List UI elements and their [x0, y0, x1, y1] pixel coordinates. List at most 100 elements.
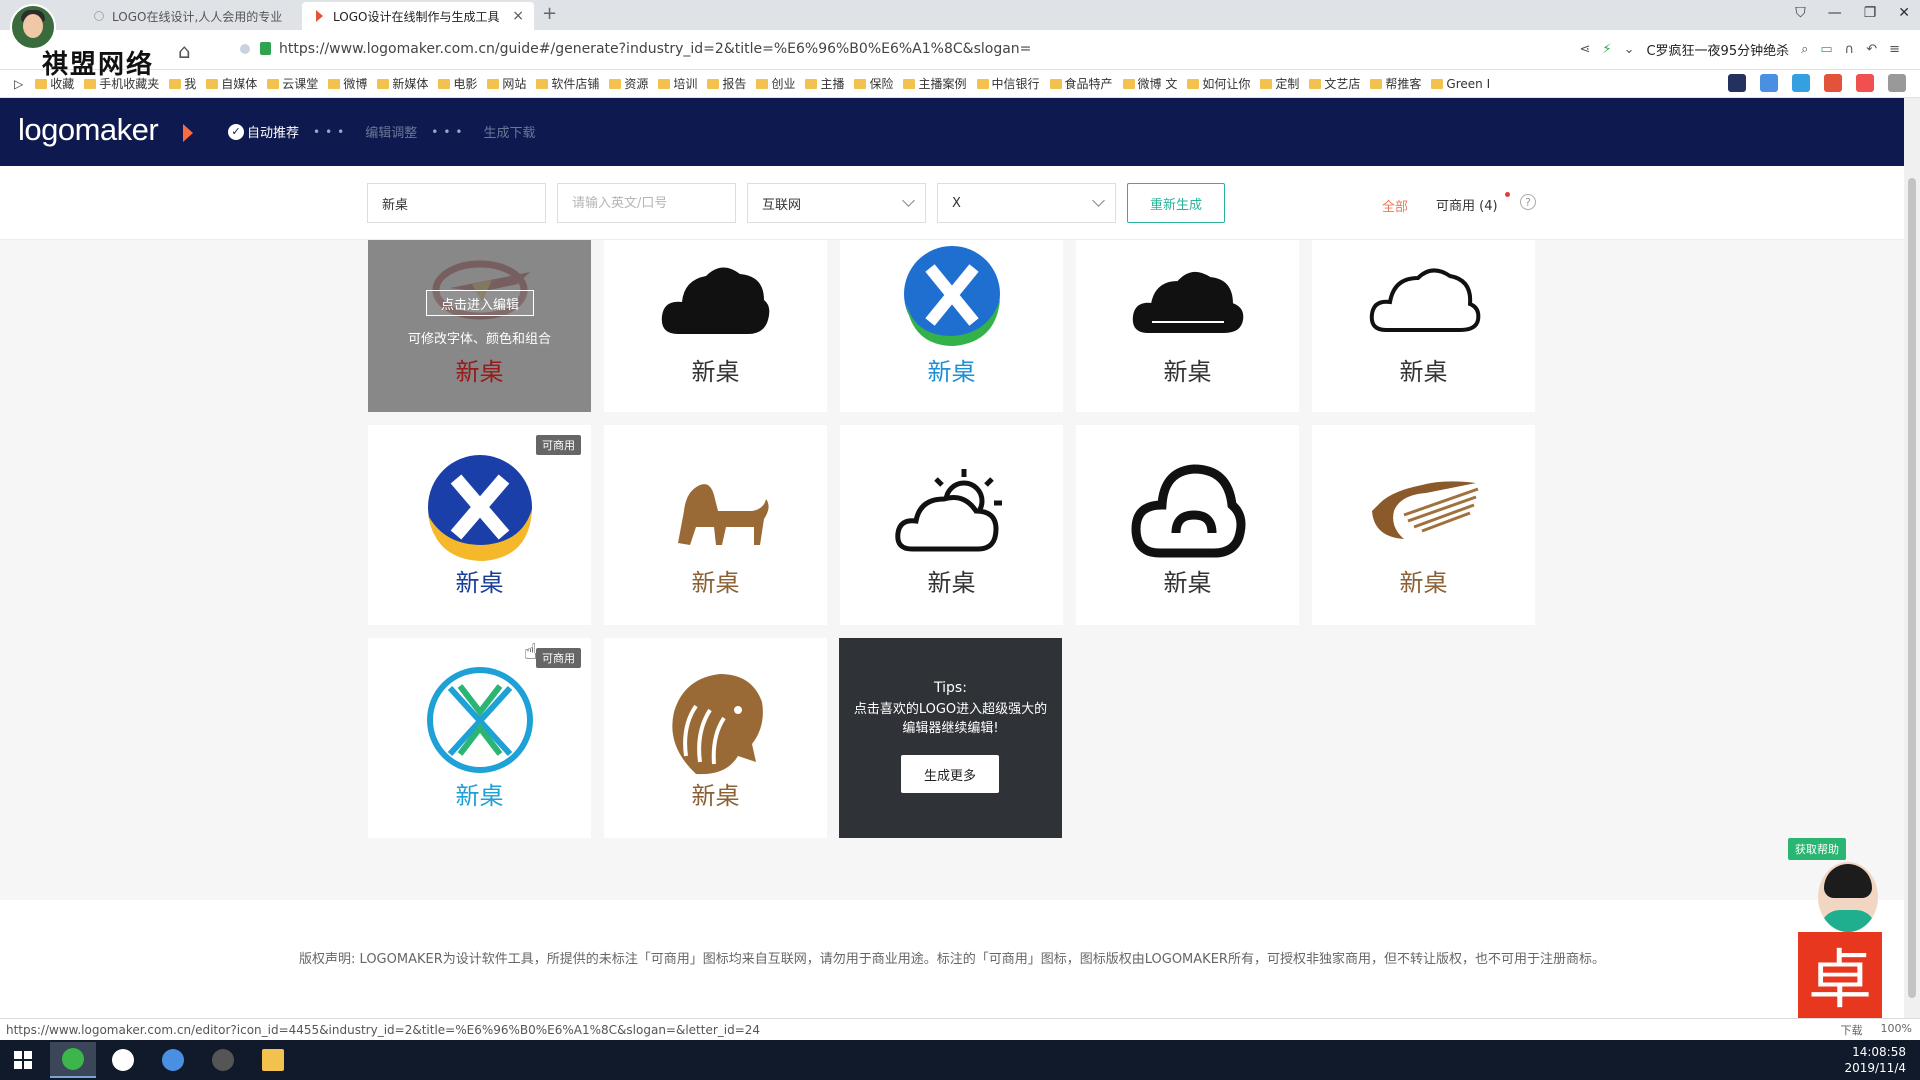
- regenerate-button[interactable]: 重新生成: [1127, 183, 1225, 223]
- tool-task-icon[interactable]: [150, 1042, 196, 1078]
- bookmark-item[interactable]: 主播: [805, 75, 844, 92]
- grid-extension-icon[interactable]: [1888, 74, 1906, 92]
- bookmark-item[interactable]: Green I: [1431, 77, 1490, 91]
- lightning-icon[interactable]: ⚡: [1602, 42, 1611, 57]
- tab-logo-design[interactable]: LOGO在线设计,人人会用的专业: [80, 2, 300, 30]
- bookmark-item[interactable]: 食品特产: [1049, 75, 1113, 92]
- bookmark-item[interactable]: 保险: [854, 75, 893, 92]
- site-logo[interactable]: logomaker: [18, 112, 159, 148]
- download-label[interactable]: 下载: [1841, 1022, 1863, 1038]
- bookmark-item[interactable]: 报告: [707, 75, 746, 92]
- bookmark-item[interactable]: 资源: [609, 75, 648, 92]
- generate-more-button[interactable]: 生成更多: [901, 755, 999, 793]
- bookmark-item[interactable]: 云课堂: [267, 75, 318, 92]
- close-icon[interactable]: ×: [512, 8, 524, 24]
- url-field[interactable]: https://www.logomaker.com.cn/guide#/gene…: [279, 41, 1031, 57]
- logo-text: 新桌: [1163, 569, 1212, 597]
- logo-card[interactable]: 新桌: [604, 638, 827, 838]
- hot-search-text[interactable]: C罗疯狂一夜95分钟绝杀: [1646, 40, 1789, 59]
- bookmark-item[interactable]: 帮推客: [1370, 75, 1421, 92]
- menu-icon[interactable]: ≡: [1889, 42, 1900, 57]
- bookmark-item[interactable]: 微博: [328, 75, 367, 92]
- x-circle-teal-icon: [426, 667, 533, 773]
- close-extension-icon[interactable]: [1856, 74, 1874, 92]
- sidebar-toggle-icon[interactable]: ▷: [14, 77, 23, 91]
- bookmark-item[interactable]: 新媒体: [377, 75, 428, 92]
- bookmark-item[interactable]: 定制: [1260, 75, 1299, 92]
- bookmark-item[interactable]: 软件店铺: [536, 75, 599, 92]
- get-help-badge[interactable]: 获取帮助: [1788, 838, 1846, 860]
- bookmark-item[interactable]: 主播案例: [903, 75, 967, 92]
- folder-task-icon[interactable]: [250, 1042, 296, 1078]
- edit-button[interactable]: 点击进入编辑: [426, 290, 534, 316]
- footer: 版权声明: LOGOMAKER为设计软件工具，所提供的未标注「可商用」图标均来自…: [0, 900, 1904, 1028]
- search-icon[interactable]: ⌕: [1801, 42, 1808, 57]
- bookmark-item[interactable]: 微博 文: [1122, 75, 1177, 92]
- letter-select[interactable]: X: [937, 183, 1116, 223]
- industry-select[interactable]: 互联网: [747, 183, 926, 223]
- browser-task-icon[interactable]: [50, 1042, 96, 1078]
- step-auto-recommend[interactable]: ✓ 自动推荐: [228, 122, 299, 141]
- bookmark-item[interactable]: 中信银行: [976, 75, 1040, 92]
- slogan-input[interactable]: [572, 195, 735, 211]
- bookmark-item[interactable]: 创业: [756, 75, 795, 92]
- logo-card[interactable]: 新桌: [1076, 425, 1299, 625]
- ia-extension-icon[interactable]: [1728, 74, 1746, 92]
- scroll-thumb[interactable]: [1908, 178, 1916, 998]
- logo-card[interactable]: 新桌: [840, 240, 1063, 412]
- chevron-down-icon[interactable]: ⌄: [1624, 42, 1635, 57]
- bookmark-item[interactable]: 网站: [487, 75, 526, 92]
- slogan-field[interactable]: [557, 183, 736, 223]
- filter-tab-commercial[interactable]: 可商用 (4): [1436, 195, 1498, 214]
- question-icon[interactable]: ?: [1520, 194, 1536, 210]
- share-icon[interactable]: ⋖: [1580, 42, 1591, 57]
- system-clock[interactable]: 14:08:58 2019/11/4: [1844, 1044, 1906, 1076]
- filter-tab-all[interactable]: 全部: [1382, 196, 1408, 215]
- new-tab-icon[interactable]: +: [542, 3, 557, 24]
- folder-icon: [377, 78, 390, 89]
- logo-card[interactable]: 新桌: [1312, 240, 1535, 412]
- bookmark-item[interactable]: 如何让你: [1187, 75, 1250, 92]
- close-window-icon[interactable]: ✕: [1898, 5, 1910, 21]
- bookmark-item[interactable]: 自媒体: [206, 75, 257, 92]
- folder-icon: [658, 78, 671, 89]
- bookmark-item[interactable]: 我: [169, 75, 196, 92]
- assistant-avatar[interactable]: [1818, 862, 1878, 932]
- step-download[interactable]: 生成下载: [484, 122, 536, 141]
- minimize-icon[interactable]: —: [1828, 5, 1842, 21]
- logo-card[interactable]: 新桌: [604, 240, 827, 412]
- logo-card[interactable]: 新桌: [840, 425, 1063, 625]
- zoom-level[interactable]: 100%: [1881, 1022, 1912, 1038]
- restore-icon[interactable]: ❐: [1864, 5, 1877, 21]
- logo-text: 新桌: [455, 569, 504, 597]
- step-edit[interactable]: 编辑调整: [365, 122, 417, 141]
- folder-icon: [438, 78, 451, 89]
- bookmark-item[interactable]: 文艺店: [1309, 75, 1360, 92]
- bookmark-label: 网站: [502, 77, 527, 91]
- obs-task-icon[interactable]: [200, 1042, 246, 1078]
- bookmark-item[interactable]: 培训: [658, 75, 697, 92]
- bookmark-label: 我: [184, 77, 197, 91]
- windows-start-icon[interactable]: [14, 1051, 32, 1069]
- logo-card[interactable]: 新桌: [1076, 240, 1299, 412]
- shirt-icon[interactable]: ⛉: [1795, 5, 1806, 21]
- title-field[interactable]: [367, 183, 546, 223]
- home-icon[interactable]: ⌂: [178, 39, 191, 63]
- wechat-task-icon[interactable]: [100, 1042, 146, 1078]
- save-extension-icon[interactable]: [1792, 74, 1810, 92]
- logo-card[interactable]: 新桌: [1312, 425, 1535, 625]
- bookmark-item[interactable]: 电影: [438, 75, 477, 92]
- title-input[interactable]: [382, 195, 545, 211]
- headphones-icon[interactable]: ∩: [1845, 42, 1855, 57]
- weibo-extension-icon[interactable]: [1824, 74, 1842, 92]
- logo-card[interactable]: 新桌: [604, 425, 827, 625]
- download-extension-icon[interactable]: [1760, 74, 1778, 92]
- folder-icon: [536, 78, 549, 89]
- logo-card[interactable]: 新桌 点击进入编辑 可修改字体、颜色和组合 新桌: [368, 240, 591, 412]
- tab-logo-generator[interactable]: LOGO设计在线制作与生成工具 ×: [302, 2, 534, 30]
- logo-card[interactable]: 可商用 新桌: [368, 638, 591, 838]
- logo-card[interactable]: 可商用 新桌: [368, 425, 591, 625]
- undo-icon[interactable]: ↶: [1866, 42, 1877, 57]
- battery-icon[interactable]: ▭: [1820, 42, 1832, 57]
- scrollbar[interactable]: [1904, 98, 1920, 1028]
